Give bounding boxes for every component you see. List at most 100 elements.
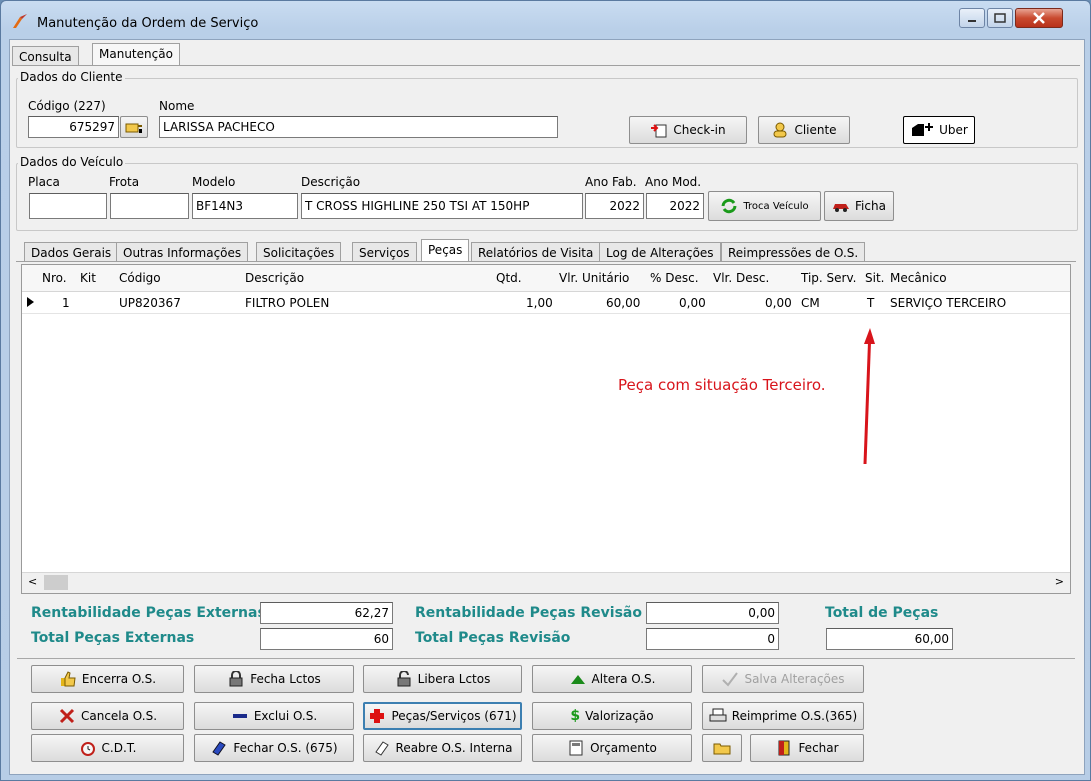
scroll-left-icon[interactable]: <: [28, 575, 37, 588]
tab-servicos[interactable]: Serviços: [352, 242, 417, 262]
tab-dados-gerais[interactable]: Dados Gerais: [24, 242, 119, 262]
fechar-button[interactable]: Fechar: [750, 734, 864, 762]
open-book-icon: [374, 741, 389, 756]
frota-field[interactable]: [110, 193, 189, 219]
col-tip-serv[interactable]: Tip. Serv.: [801, 271, 856, 285]
tab-outras-informacoes[interactable]: Outras Informações: [116, 242, 249, 262]
col-vlr-unitario[interactable]: Vlr. Unitário: [559, 271, 629, 285]
maximize-button[interactable]: [987, 8, 1013, 28]
thumbs-up-icon: [60, 671, 76, 687]
col-descricao[interactable]: Descrição: [245, 271, 304, 285]
descricao-label: Descrição: [301, 175, 361, 189]
pointing-hand-icon: [125, 123, 142, 133]
exit-door-icon: [778, 740, 790, 756]
rent-ext-field: 62,27: [260, 602, 393, 624]
reabre-os-button[interactable]: Reabre O.S. Interna: [363, 734, 522, 762]
cancela-os-button[interactable]: Cancela O.S.: [31, 702, 184, 730]
nome-field[interactable]: LARISSA PACHECO: [159, 116, 558, 138]
total-rev-field: 0: [646, 628, 779, 650]
exclui-os-button[interactable]: Exclui O.S.: [194, 702, 354, 730]
triangle-up-icon: [570, 675, 585, 684]
cell-sit: T: [867, 296, 875, 310]
troca-veiculo-label: Troca Veículo: [743, 200, 809, 212]
pecas-grid[interactable]: Nro. Kit Código Descrição Qtd. Vlr. Unit…: [21, 264, 1071, 594]
orcamento-button[interactable]: Orçamento: [532, 734, 692, 762]
pecas-servicos-button[interactable]: Peças/Serviços (671): [363, 702, 522, 730]
col-qtd[interactable]: Qtd.: [496, 271, 522, 285]
libera-lctos-button[interactable]: Libera Lctos: [363, 665, 522, 693]
salva-alteracoes-button[interactable]: Salva Alterações: [702, 665, 864, 693]
cell-mecanico: SERVIÇO TERCEIRO: [890, 296, 1007, 310]
alarm-clock-icon: [80, 742, 95, 756]
col-codigo[interactable]: Código: [119, 271, 161, 285]
tab-manutencao[interactable]: Manutenção: [92, 43, 180, 66]
fechar-label: Fechar: [798, 741, 839, 755]
cliente-group-label: Dados do Cliente: [18, 70, 125, 84]
cell-vlr-unitario: 60,00: [606, 296, 641, 310]
col-sit[interactable]: Sit.: [865, 271, 884, 285]
close-icon: [1033, 12, 1045, 24]
col-nro[interactable]: Nro.: [42, 271, 67, 285]
tab-pecas[interactable]: Peças: [421, 239, 470, 262]
cell-qtd: 1,00: [526, 296, 553, 310]
col-kit[interactable]: Kit: [80, 271, 96, 285]
uber-label: Uber: [939, 123, 968, 137]
cell-codigo: UP820367: [119, 296, 181, 310]
fecha-lctos-button[interactable]: Fecha Lctos: [194, 665, 354, 693]
minimize-button[interactable]: [959, 8, 985, 28]
placa-label: Placa: [28, 175, 60, 189]
checkmark-icon: [722, 672, 739, 687]
valorizacao-button[interactable]: $ Valorização: [532, 702, 692, 730]
close-button[interactable]: [1015, 8, 1063, 28]
cell-descricao: FILTRO POLEN: [245, 296, 330, 310]
anomod-field[interactable]: 2022: [646, 193, 704, 219]
total-ext-field: 60: [260, 628, 393, 650]
minimize-icon: [968, 20, 976, 22]
horizontal-scrollbar[interactable]: < >: [22, 572, 1070, 593]
salva-alteracoes-label: Salva Alterações: [744, 672, 845, 686]
tab-log-alteracoes[interactable]: Log de Alterações: [599, 242, 721, 262]
annotation-arrow: [863, 328, 875, 465]
tab-consulta[interactable]: Consulta: [12, 46, 79, 66]
user-icon: [773, 122, 787, 138]
tab-relatorios-visita[interactable]: Relatórios de Visita: [471, 242, 601, 262]
altera-os-button[interactable]: Altera O.S.: [532, 665, 692, 693]
reimprime-os-button[interactable]: Reimprime O.S.(365): [702, 702, 864, 730]
ficha-button[interactable]: Ficha: [824, 191, 894, 221]
annotation-text: Peça com situação Terceiro.: [618, 376, 826, 394]
uber-button[interactable]: Uber: [903, 116, 975, 144]
tab-solicitacoes[interactable]: Solicitações: [256, 242, 342, 262]
dollar-icon: $: [570, 708, 581, 724]
codigo-lookup-button[interactable]: [120, 116, 148, 138]
descricao-field[interactable]: T CROSS HIGHLINE 250 TSI AT 150HP: [301, 193, 583, 219]
pecas-servicos-label: Peças/Serviços (671): [391, 709, 517, 723]
minus-icon: [232, 714, 247, 718]
col-pct-desc[interactable]: % Desc.: [650, 271, 699, 285]
title-bar: Manutenção da Ordem de Serviço: [1, 1, 1090, 39]
cell-tip-serv: CM: [801, 296, 820, 310]
scroll-thumb[interactable]: [44, 575, 68, 590]
cdt-button[interactable]: C.D.T.: [31, 734, 184, 762]
calculator-icon: [569, 740, 583, 756]
placa-field[interactable]: [29, 193, 107, 219]
ficha-label: Ficha: [855, 199, 886, 213]
cancela-os-label: Cancela O.S.: [80, 709, 158, 723]
open-folder-button[interactable]: [702, 734, 742, 762]
modelo-field[interactable]: BF14N3: [192, 193, 298, 219]
x-icon: [59, 708, 75, 724]
altera-os-label: Altera O.S.: [591, 672, 656, 686]
plus-icon: [370, 709, 385, 723]
codigo-field[interactable]: 675297: [28, 116, 119, 138]
col-vlr-desc[interactable]: Vlr. Desc.: [713, 271, 769, 285]
anofab-field[interactable]: 2022: [585, 193, 644, 219]
total-rev-label: Total Peças Revisão: [415, 630, 571, 646]
checkin-button[interactable]: Check-in: [629, 116, 747, 144]
cell-pct-desc: 0,00: [679, 296, 706, 310]
fechar-os-button[interactable]: Fechar O.S. (675): [194, 734, 354, 762]
col-mecanico[interactable]: Mecânico: [890, 271, 947, 285]
tab-reimpressoes[interactable]: Reimpressões de O.S.: [721, 242, 866, 262]
encerra-os-button[interactable]: Encerra O.S.: [31, 665, 184, 693]
cliente-button[interactable]: Cliente: [758, 116, 850, 144]
troca-veiculo-button[interactable]: Troca Veículo: [708, 191, 821, 221]
scroll-right-icon[interactable]: >: [1055, 575, 1064, 588]
